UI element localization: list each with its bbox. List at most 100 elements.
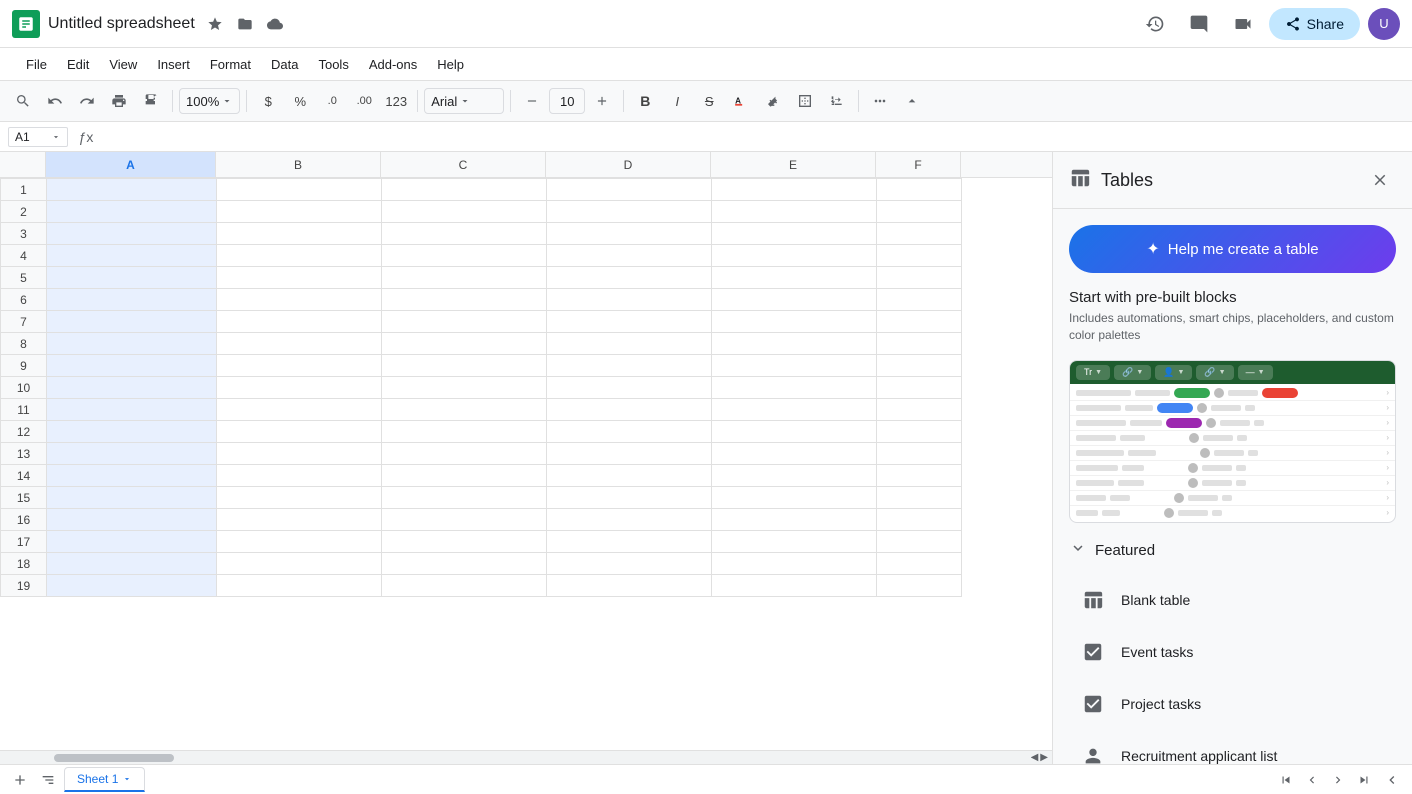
row-num-2[interactable]: 2 — [1, 201, 47, 223]
cell-6-3[interactable] — [547, 289, 712, 311]
cell-8-0[interactable] — [47, 333, 217, 355]
zoom-selector[interactable]: 100% — [179, 88, 240, 114]
cell-9-2[interactable] — [382, 355, 547, 377]
cell-13-4[interactable] — [712, 443, 877, 465]
cell-19-4[interactable] — [712, 575, 877, 597]
folder-button[interactable] — [233, 12, 257, 36]
cell-4-5[interactable] — [877, 245, 962, 267]
row-num-12[interactable]: 12 — [1, 421, 47, 443]
cell-5-0[interactable] — [47, 267, 217, 289]
cell-19-0[interactable] — [47, 575, 217, 597]
cell-9-1[interactable] — [217, 355, 382, 377]
nav-first-button[interactable] — [1274, 768, 1298, 792]
row-num-14[interactable]: 14 — [1, 465, 47, 487]
cell-16-0[interactable] — [47, 509, 217, 531]
collapse-panel-button[interactable] — [1380, 768, 1404, 792]
cell-11-4[interactable] — [712, 399, 877, 421]
more-options-button[interactable] — [865, 87, 895, 115]
decimal-inc-button[interactable]: .00 — [349, 87, 379, 115]
add-sheet-button[interactable] — [8, 768, 32, 792]
cell-6-1[interactable] — [217, 289, 382, 311]
cell-15-4[interactable] — [712, 487, 877, 509]
row-num-8[interactable]: 8 — [1, 333, 47, 355]
cell-18-5[interactable] — [877, 553, 962, 575]
cell-8-4[interactable] — [712, 333, 877, 355]
row-num-15[interactable]: 15 — [1, 487, 47, 509]
row-num-17[interactable]: 17 — [1, 531, 47, 553]
cell-4-4[interactable] — [712, 245, 877, 267]
sheet-tab-1[interactable]: Sheet 1 — [64, 767, 145, 792]
user-avatar[interactable]: U — [1368, 8, 1400, 40]
cell-12-2[interactable] — [382, 421, 547, 443]
cell-7-2[interactable] — [382, 311, 547, 333]
cell-7-3[interactable] — [547, 311, 712, 333]
cell-14-1[interactable] — [217, 465, 382, 487]
cell-13-1[interactable] — [217, 443, 382, 465]
borders-button[interactable] — [790, 87, 820, 115]
col-header-b[interactable]: B — [216, 152, 381, 177]
grid-container[interactable]: 12345678910111213141516171819 — [0, 178, 1052, 750]
cell-19-3[interactable] — [547, 575, 712, 597]
cell-9-3[interactable] — [547, 355, 712, 377]
cell-1-2[interactable] — [382, 179, 547, 201]
cell-18-0[interactable] — [47, 553, 217, 575]
cell-18-4[interactable] — [712, 553, 877, 575]
cell-15-3[interactable] — [547, 487, 712, 509]
hide-formula-bar[interactable] — [897, 87, 927, 115]
cell-18-3[interactable] — [547, 553, 712, 575]
cell-7-4[interactable] — [712, 311, 877, 333]
row-num-7[interactable]: 7 — [1, 311, 47, 333]
cell-reference[interactable]: A1 — [8, 127, 68, 147]
cell-1-4[interactable] — [712, 179, 877, 201]
cell-8-3[interactable] — [547, 333, 712, 355]
cell-3-5[interactable] — [877, 223, 962, 245]
cell-6-5[interactable] — [877, 289, 962, 311]
cell-10-5[interactable] — [877, 377, 962, 399]
row-num-6[interactable]: 6 — [1, 289, 47, 311]
sheet-menu-button[interactable] — [36, 768, 60, 792]
cell-16-2[interactable] — [382, 509, 547, 531]
cell-18-1[interactable] — [217, 553, 382, 575]
meet-button[interactable] — [1225, 6, 1261, 42]
percent-button[interactable]: % — [285, 87, 315, 115]
font-size-display[interactable]: 10 — [549, 88, 585, 114]
cell-3-3[interactable] — [547, 223, 712, 245]
cell-8-2[interactable] — [382, 333, 547, 355]
cell-17-3[interactable] — [547, 531, 712, 553]
nav-prev-button[interactable] — [1300, 768, 1324, 792]
cell-10-3[interactable] — [547, 377, 712, 399]
nav-last-button[interactable] — [1352, 768, 1376, 792]
cell-10-4[interactable] — [712, 377, 877, 399]
cell-13-0[interactable] — [47, 443, 217, 465]
cell-15-2[interactable] — [382, 487, 547, 509]
featured-item-blank-table[interactable]: Blank table — [1069, 574, 1396, 626]
cell-3-0[interactable] — [47, 223, 217, 245]
menu-view[interactable]: View — [99, 53, 147, 76]
cell-6-2[interactable] — [382, 289, 547, 311]
cell-19-5[interactable] — [877, 575, 962, 597]
cell-11-3[interactable] — [547, 399, 712, 421]
scroll-right[interactable]: ▶ — [1040, 752, 1048, 763]
star-button[interactable] — [203, 12, 227, 36]
menu-tools[interactable]: Tools — [308, 53, 358, 76]
cell-9-0[interactable] — [47, 355, 217, 377]
featured-item-recruitment[interactable]: Recruitment applicant list — [1069, 730, 1396, 764]
cell-11-0[interactable] — [47, 399, 217, 421]
cell-15-0[interactable] — [47, 487, 217, 509]
font-selector[interactable]: Arial — [424, 88, 504, 114]
cell-15-1[interactable] — [217, 487, 382, 509]
col-header-c[interactable]: C — [381, 152, 546, 177]
highlight-color-button[interactable] — [758, 87, 788, 115]
featured-header[interactable]: Featured — [1069, 539, 1396, 562]
ai-create-table-button[interactable]: ✦ Help me create a table — [1069, 225, 1396, 273]
cell-11-1[interactable] — [217, 399, 382, 421]
row-num-9[interactable]: 9 — [1, 355, 47, 377]
cell-3-1[interactable] — [217, 223, 382, 245]
print-button[interactable] — [104, 87, 134, 115]
cell-9-5[interactable] — [877, 355, 962, 377]
cell-5-5[interactable] — [877, 267, 962, 289]
cell-3-4[interactable] — [712, 223, 877, 245]
text-color-button[interactable]: A — [726, 87, 756, 115]
decimal-dec-button[interactable]: .0 — [317, 87, 347, 115]
currency-button[interactable]: $ — [253, 87, 283, 115]
